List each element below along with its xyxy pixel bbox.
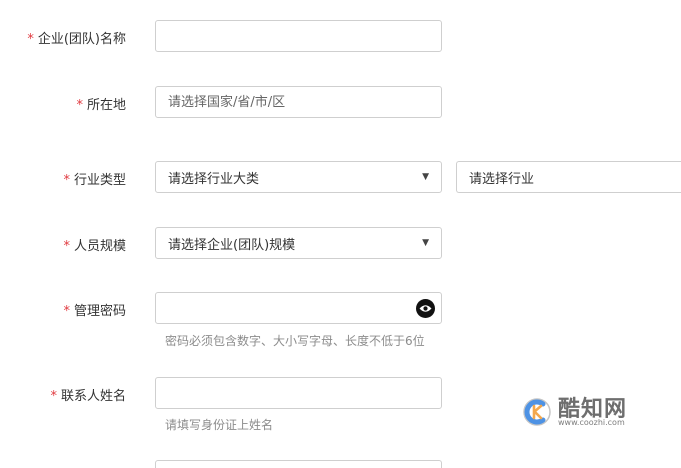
location-field[interactable] <box>155 86 442 118</box>
password-hint: 密码必须包含数字、大小写字母、长度不低于6位 <box>165 334 425 348</box>
location-label: * 所在地 <box>76 98 126 113</box>
coozhi-logo-icon <box>523 398 551 426</box>
company-name-field[interactable] <box>155 20 442 52</box>
industry-sub-select[interactable]: 请选择行业 <box>456 161 681 193</box>
staff-size-text: 请选择企业(团队)规模 <box>168 237 296 253</box>
staff-size-select[interactable]: 请选择企业(团队)规模 ▼ <box>155 227 442 259</box>
industry-category-text: 请选择行业大类 <box>168 171 260 187</box>
contact-name-label: * 联系人姓名 <box>50 389 126 404</box>
required-marker: * <box>76 98 83 113</box>
required-marker: * <box>50 389 57 404</box>
watermark-url: www.coozhi.com <box>558 418 625 427</box>
caret-down-icon: ▼ <box>422 172 429 182</box>
password-label: * 管理密码 <box>63 304 126 319</box>
password-field[interactable] <box>155 292 442 324</box>
industry-label: * 行业类型 <box>63 173 126 188</box>
location-input[interactable] <box>156 87 441 117</box>
contact-name-input[interactable] <box>156 378 441 408</box>
staff-size-label: * 人员规模 <box>63 239 126 254</box>
required-marker: * <box>63 239 70 254</box>
company-name-input[interactable] <box>156 21 441 51</box>
company-name-label: * 企业(团队)名称 <box>27 32 126 47</box>
password-input[interactable] <box>156 293 441 323</box>
contact-name-field[interactable] <box>155 377 442 409</box>
next-field-partial[interactable] <box>155 460 442 468</box>
watermark: 酷知网 www.coozhi.com <box>515 388 655 434</box>
contact-name-hint: 请填写身份证上姓名 <box>165 418 274 432</box>
required-marker: * <box>63 304 70 319</box>
required-marker: * <box>63 173 70 188</box>
industry-sub-text: 请选择行业 <box>469 171 535 187</box>
eye-icon[interactable] <box>416 299 435 318</box>
caret-down-icon: ▼ <box>422 238 429 248</box>
required-marker: * <box>27 32 34 47</box>
industry-category-select[interactable]: 请选择行业大类 ▼ <box>155 161 442 193</box>
